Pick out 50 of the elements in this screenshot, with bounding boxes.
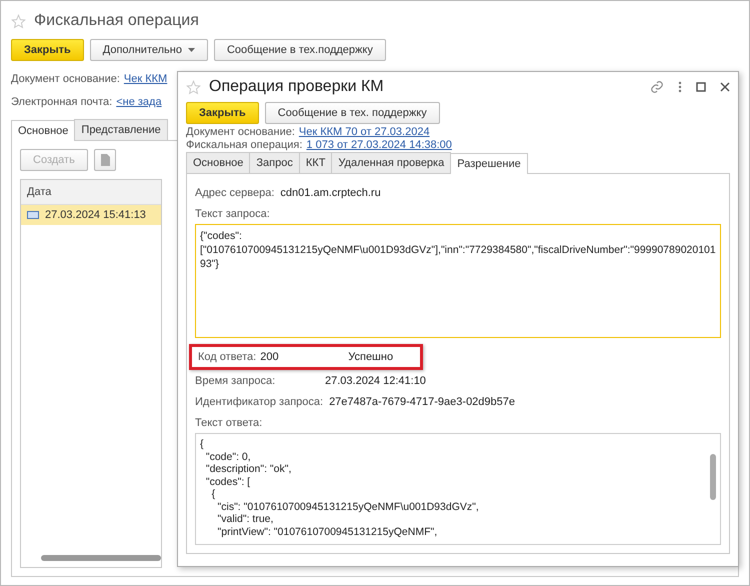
star-icon[interactable]	[186, 80, 201, 94]
field-label: Адрес сервера:	[195, 186, 274, 198]
field-label: Фискальная операция:	[186, 139, 302, 151]
tab[interactable]: Разрешение	[450, 153, 528, 174]
document-icon	[27, 211, 39, 219]
field-link[interactable]: <не зада	[116, 96, 162, 108]
window-title: Фискальная операция	[34, 12, 199, 30]
support-message-button[interactable]: Сообщение в тех. поддержку	[264, 102, 440, 124]
tab[interactable]: Представление	[74, 119, 168, 140]
field-label: Документ основание:	[186, 126, 295, 138]
status-text: Успешно	[348, 351, 394, 363]
date-text: 27.03.2024 15:41:13	[45, 209, 146, 221]
field-label: Электронная почта:	[11, 96, 112, 108]
maximize-icon[interactable]	[696, 82, 706, 92]
field-value: 200	[260, 351, 280, 363]
field-label: Код ответа:	[198, 351, 256, 363]
scrollbar[interactable]	[41, 555, 161, 561]
close-icon[interactable]	[720, 82, 730, 92]
field-link[interactable]: 1 073 от 27.03.2024 14:38:00	[306, 139, 452, 151]
field-label: Идентификатор запроса:	[195, 396, 324, 408]
close-button[interactable]: Закрыть	[186, 102, 259, 124]
field-label: Текст ответа:	[195, 416, 262, 428]
star-icon[interactable]	[11, 14, 26, 28]
document-button[interactable]	[94, 149, 116, 171]
tab[interactable]: Запрос	[249, 152, 300, 173]
more-icon[interactable]	[678, 81, 682, 93]
field-label: Документ основание:	[11, 73, 120, 85]
field-label: Время запроса:	[195, 374, 276, 386]
support-message-button[interactable]: Сообщение в тех.поддержку	[214, 39, 386, 61]
request-text-area[interactable]: {"codes": ["0107610700945131215yQeNMF\u001D93dGVz"],"inn":"7729384580","fiscalDriveNumber":"9999078902010193"}	[195, 224, 721, 338]
document-icon	[100, 154, 110, 166]
field-value: 27.03.2024 12:41:10	[325, 374, 426, 386]
caret-icon	[188, 48, 195, 52]
table-row[interactable]: 27.03.2024 15:41:13	[21, 205, 161, 225]
more-menu-button[interactable]: Дополнительно	[90, 39, 208, 61]
field-label: Текст запроса:	[195, 208, 270, 220]
scrollbar[interactable]	[710, 454, 716, 500]
tab[interactable]: Основное	[11, 120, 76, 141]
tab[interactable]: ККТ	[298, 152, 332, 173]
field-link[interactable]: Чек ККМ 70 от 27.03.2024	[298, 126, 430, 138]
tab[interactable]: Удаленная проверка	[331, 152, 452, 173]
field-value: 27e7487a-7679-4717-9ae3-02d9b57e	[329, 396, 516, 408]
tab[interactable]: Основное	[186, 152, 250, 173]
field-link[interactable]: Чек ККМ	[124, 73, 168, 85]
field-value: cdn01.am.crptech.ru	[280, 186, 381, 198]
response-text-area[interactable]: { "code": 0, "description": "ok", "codes": [ { "cis": "0107610700945131215yQeNMF\u001D93dGVz", "valid": true, "printView": "0107610700945131215yQeNMF",	[195, 433, 721, 545]
dialog-title: Операция проверки КМ	[209, 78, 384, 96]
close-button[interactable]: Закрыть	[11, 39, 84, 61]
column-header: Дата	[21, 180, 161, 205]
link-icon[interactable]	[650, 80, 664, 94]
